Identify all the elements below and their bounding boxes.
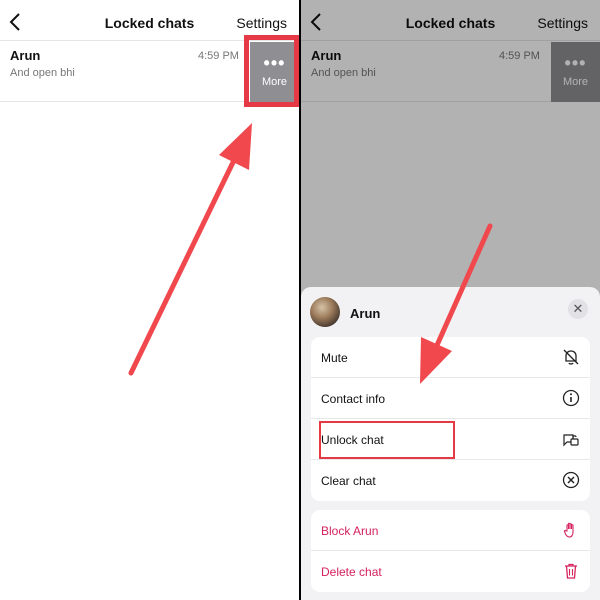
clear-circle-x-icon — [562, 471, 580, 489]
action-label: Delete chat — [321, 565, 382, 579]
clear-chat-action[interactable]: Clear chat — [311, 460, 590, 501]
contact-info-action[interactable]: Contact info — [311, 378, 590, 419]
chat-preview: And open bhi — [10, 67, 75, 79]
close-icon[interactable]: ✕ — [568, 299, 588, 319]
bell-slash-icon — [563, 349, 579, 365]
action-label: Mute — [321, 351, 348, 365]
annotation-highlight-box — [319, 421, 455, 459]
info-icon — [562, 389, 580, 407]
delete-chat-action[interactable]: Delete chat — [311, 551, 590, 592]
action-label: Block Arun — [321, 524, 379, 538]
action-group: Mute Contact info Unlock chat Clear chat — [311, 337, 590, 501]
trash-icon — [565, 563, 577, 579]
left-screen: Locked chats Settings Arun 4:59 PM And o… — [0, 0, 299, 600]
chat-name: Arun — [10, 48, 41, 63]
action-label: Contact info — [321, 392, 386, 406]
settings-link[interactable]: Settings — [236, 15, 287, 31]
danger-action-group: Block Arun Delete chat — [311, 510, 590, 592]
mute-action[interactable]: Mute — [311, 337, 590, 378]
right-screen: Locked chats Settings Arun 4:59 PM And o… — [301, 0, 600, 600]
chat-time: 4:59 PM — [198, 50, 239, 62]
action-label: Clear chat — [321, 474, 376, 488]
navbar: Locked chats Settings — [0, 0, 299, 40]
sheet-contact-name: Arun — [350, 306, 381, 321]
unlock-icon — [563, 434, 579, 447]
annotation-highlight-box — [244, 35, 299, 107]
avatar — [310, 297, 340, 327]
block-contact-action[interactable]: Block Arun — [311, 510, 590, 551]
hand-icon — [563, 522, 574, 538]
